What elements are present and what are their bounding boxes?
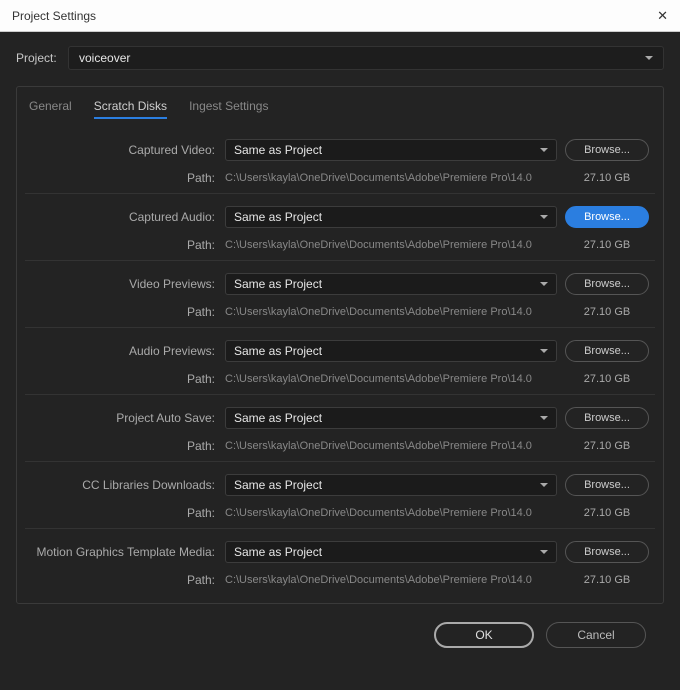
dialog-footer: OK Cancel	[16, 604, 664, 662]
section-row-path: Path: C:\Users\kayla\OneDrive\Documents\…	[31, 372, 649, 386]
section-row-main: Audio Previews: Same as Project Browse..…	[31, 340, 649, 362]
location-select[interactable]: Same as Project	[225, 407, 557, 429]
section-label: Motion Graphics Template Media:	[31, 545, 217, 559]
location-select[interactable]: Same as Project	[225, 206, 557, 228]
select-value: Same as Project	[234, 344, 322, 358]
size-value: 27.10 GB	[565, 172, 649, 184]
size-value: 27.10 GB	[565, 574, 649, 586]
scratch-disk-section: Captured Audio: Same as Project Browse..…	[25, 193, 655, 260]
section-label: Audio Previews:	[31, 344, 217, 358]
browse-button[interactable]: Browse...	[565, 407, 649, 429]
browse-button[interactable]: Browse...	[565, 474, 649, 496]
section-label: Project Auto Save:	[31, 411, 217, 425]
path-value: C:\Users\kayla\OneDrive\Documents\Adobe\…	[225, 172, 557, 184]
chevron-down-icon	[645, 56, 653, 60]
section-row-path: Path: C:\Users\kayla\OneDrive\Documents\…	[31, 439, 649, 453]
scratch-disk-section: Audio Previews: Same as Project Browse..…	[25, 327, 655, 394]
path-value: C:\Users\kayla\OneDrive\Documents\Adobe\…	[225, 306, 557, 318]
tabs: General Scratch Disks Ingest Settings	[17, 87, 663, 127]
chevron-down-icon	[540, 483, 548, 487]
location-select[interactable]: Same as Project	[225, 541, 557, 563]
chevron-down-icon	[540, 349, 548, 353]
chevron-down-icon	[540, 148, 548, 152]
select-value: Same as Project	[234, 411, 322, 425]
size-value: 27.10 GB	[565, 306, 649, 318]
sections: Captured Video: Same as Project Browse..…	[17, 127, 663, 595]
path-label: Path:	[31, 506, 217, 520]
browse-button[interactable]: Browse...	[565, 340, 649, 362]
section-label: Captured Audio:	[31, 210, 217, 224]
location-select[interactable]: Same as Project	[225, 474, 557, 496]
path-label: Path:	[31, 573, 217, 587]
section-row-main: Captured Audio: Same as Project Browse..…	[31, 206, 649, 228]
section-row-path: Path: C:\Users\kayla\OneDrive\Documents\…	[31, 573, 649, 587]
scratch-disk-section: CC Libraries Downloads: Same as Project …	[25, 461, 655, 528]
location-select[interactable]: Same as Project	[225, 273, 557, 295]
chevron-down-icon	[540, 550, 548, 554]
scratch-disk-section: Project Auto Save: Same as Project Brows…	[25, 394, 655, 461]
section-row-path: Path: C:\Users\kayla\OneDrive\Documents\…	[31, 506, 649, 520]
scratch-disk-section: Captured Video: Same as Project Browse..…	[25, 127, 655, 193]
section-label: Captured Video:	[31, 143, 217, 157]
path-label: Path:	[31, 238, 217, 252]
path-label: Path:	[31, 305, 217, 319]
path-value: C:\Users\kayla\OneDrive\Documents\Adobe\…	[225, 239, 557, 251]
tab-general[interactable]: General	[29, 99, 72, 119]
size-value: 27.10 GB	[565, 373, 649, 385]
browse-button[interactable]: Browse...	[565, 541, 649, 563]
select-value: Same as Project	[234, 143, 322, 157]
section-label: Video Previews:	[31, 277, 217, 291]
chevron-down-icon	[540, 416, 548, 420]
project-row: Project: voiceover	[16, 46, 664, 70]
path-label: Path:	[31, 372, 217, 386]
tabs-container: General Scratch Disks Ingest Settings Ca…	[16, 86, 664, 604]
section-row-main: Project Auto Save: Same as Project Brows…	[31, 407, 649, 429]
size-value: 27.10 GB	[565, 440, 649, 452]
section-row-main: Captured Video: Same as Project Browse..…	[31, 139, 649, 161]
tab-scratch-disks[interactable]: Scratch Disks	[94, 99, 167, 119]
location-select[interactable]: Same as Project	[225, 340, 557, 362]
scratch-disk-section: Motion Graphics Template Media: Same as …	[25, 528, 655, 595]
scratch-disk-section: Video Previews: Same as Project Browse..…	[25, 260, 655, 327]
close-icon[interactable]: ✕	[657, 9, 668, 22]
section-row-main: Video Previews: Same as Project Browse..…	[31, 273, 649, 295]
dialog-body: Project: voiceover General Scratch Disks…	[0, 32, 680, 662]
browse-button[interactable]: Browse...	[565, 139, 649, 161]
select-value: Same as Project	[234, 478, 322, 492]
cancel-button[interactable]: Cancel	[546, 622, 646, 648]
window-title: Project Settings	[12, 9, 96, 23]
ok-button[interactable]: OK	[434, 622, 534, 648]
select-value: Same as Project	[234, 210, 322, 224]
section-row-path: Path: C:\Users\kayla\OneDrive\Documents\…	[31, 171, 649, 185]
section-row-path: Path: C:\Users\kayla\OneDrive\Documents\…	[31, 305, 649, 319]
section-row-main: Motion Graphics Template Media: Same as …	[31, 541, 649, 563]
project-label: Project:	[16, 51, 58, 65]
location-select[interactable]: Same as Project	[225, 139, 557, 161]
section-row-main: CC Libraries Downloads: Same as Project …	[31, 474, 649, 496]
section-row-path: Path: C:\Users\kayla\OneDrive\Documents\…	[31, 238, 649, 252]
select-value: Same as Project	[234, 277, 322, 291]
chevron-down-icon	[540, 215, 548, 219]
path-label: Path:	[31, 439, 217, 453]
path-value: C:\Users\kayla\OneDrive\Documents\Adobe\…	[225, 507, 557, 519]
chevron-down-icon	[540, 282, 548, 286]
section-label: CC Libraries Downloads:	[31, 478, 217, 492]
browse-button[interactable]: Browse...	[565, 206, 649, 228]
size-value: 27.10 GB	[565, 239, 649, 251]
path-label: Path:	[31, 171, 217, 185]
path-value: C:\Users\kayla\OneDrive\Documents\Adobe\…	[225, 373, 557, 385]
size-value: 27.10 GB	[565, 507, 649, 519]
select-value: Same as Project	[234, 545, 322, 559]
tab-ingest-settings[interactable]: Ingest Settings	[189, 99, 268, 119]
browse-button[interactable]: Browse...	[565, 273, 649, 295]
titlebar: Project Settings ✕	[0, 0, 680, 32]
project-select[interactable]: voiceover	[68, 46, 664, 70]
project-value: voiceover	[79, 51, 130, 65]
path-value: C:\Users\kayla\OneDrive\Documents\Adobe\…	[225, 574, 557, 586]
path-value: C:\Users\kayla\OneDrive\Documents\Adobe\…	[225, 440, 557, 452]
